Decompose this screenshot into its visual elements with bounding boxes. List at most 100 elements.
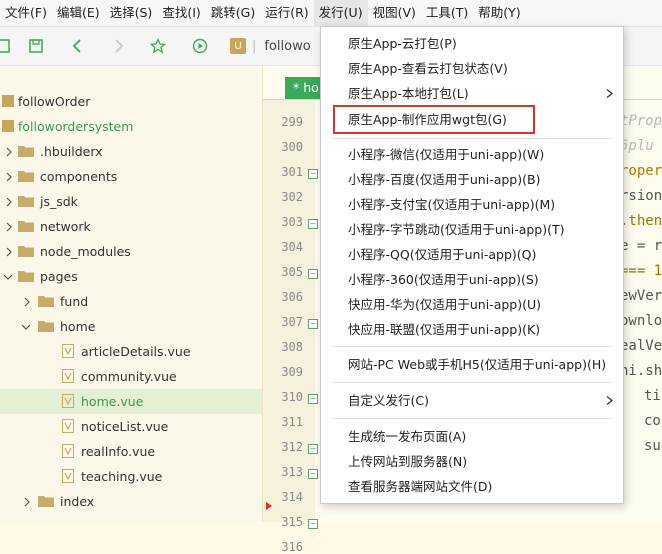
menu-item-mp-360[interactable]: 小程序-360(仅适用于uni-app)(S) bbox=[321, 267, 623, 292]
tree-item-followordersystem[interactable]: followordersystem bbox=[0, 114, 262, 139]
chevron-right-icon[interactable] bbox=[4, 147, 14, 157]
menu-item-generate-release-page[interactable]: 生成统一发布页面(A) bbox=[321, 424, 623, 449]
tree-item-noticelist-vue[interactable]: noticeList.vue bbox=[0, 414, 262, 439]
address-text: followo bbox=[264, 38, 311, 54]
folder-icon bbox=[18, 221, 34, 232]
vue-file-icon bbox=[62, 419, 74, 433]
folder-open-icon bbox=[18, 271, 34, 282]
tree-item-js-sdk[interactable]: js_sdk bbox=[0, 189, 262, 214]
chevron-right-icon[interactable] bbox=[4, 222, 14, 232]
chevron-right-icon[interactable] bbox=[22, 297, 32, 307]
fold-toggle-icon[interactable]: − bbox=[308, 519, 318, 529]
code-fragment: 5plu bbox=[620, 138, 654, 154]
chevron-right-icon[interactable] bbox=[4, 197, 14, 207]
chevron-down-icon[interactable] bbox=[3, 272, 13, 282]
menu-item-upload-to-server[interactable]: 上传网站到服务器(N) bbox=[321, 449, 623, 474]
menu-item-quickapp-huawei[interactable]: 快应用-华为(仅适用于uni-app)(U) bbox=[321, 292, 623, 317]
vue-file-icon bbox=[62, 394, 74, 408]
folder-icon bbox=[18, 196, 34, 207]
menu-item-app-cloud-pack[interactable]: 原生App-云打包(P) bbox=[321, 31, 623, 56]
menu-item-mp-toutiao[interactable]: 小程序-字节跳动(仅适用于uni-app)(T) bbox=[321, 217, 623, 242]
tree-item-teaching-vue[interactable]: teaching.vue bbox=[0, 464, 262, 489]
folder-icon bbox=[18, 146, 34, 157]
tree-item-index[interactable]: index bbox=[0, 489, 262, 514]
tree-item-home[interactable]: home bbox=[0, 314, 262, 339]
menu-separator bbox=[331, 346, 613, 347]
tree-item-articledetails-vue[interactable]: articleDetails.vue bbox=[0, 339, 262, 364]
new-file-icon[interactable] bbox=[0, 27, 18, 65]
menu-select[interactable]: 选择(S) bbox=[105, 0, 158, 26]
line-number: 299 bbox=[281, 115, 303, 129]
save-icon[interactable] bbox=[24, 27, 48, 65]
fold-toggle-icon[interactable]: − bbox=[308, 169, 318, 179]
back-arrow-icon[interactable] bbox=[66, 27, 90, 65]
chevron-down-icon[interactable] bbox=[21, 322, 31, 332]
menu-bar: 文件(F) 编辑(E) 选择(S) 查找(I) 跳转(G) 运行(R) 发行(U… bbox=[0, 0, 662, 27]
menu-item-app-local-pack[interactable]: 原生App-本地打包(L) bbox=[321, 81, 623, 106]
line-number: 307 bbox=[281, 315, 303, 329]
line-number: 302 bbox=[281, 190, 303, 204]
menu-edit[interactable]: 编辑(E) bbox=[52, 0, 105, 26]
menu-item-app-cloud-status[interactable]: 原生App-查看云打包状态(V) bbox=[321, 56, 623, 81]
menu-item-custom-publish[interactable]: 自定义发行(C) bbox=[321, 388, 623, 413]
menu-publish[interactable]: 发行(U) bbox=[313, 0, 368, 26]
line-number: 312 bbox=[281, 440, 303, 454]
menu-help[interactable]: 帮助(Y) bbox=[473, 0, 525, 26]
line-gutter: 299 300 301 302 303 304 305 306 307 308 … bbox=[263, 100, 318, 554]
fold-toggle-icon[interactable]: − bbox=[308, 394, 318, 404]
vue-file-icon bbox=[62, 344, 74, 358]
forward-arrow-icon[interactable] bbox=[106, 27, 130, 65]
fold-toggle-icon[interactable]: − bbox=[308, 219, 318, 229]
fold-toggle-icon[interactable]: − bbox=[308, 269, 318, 279]
menu-item-mp-weixin[interactable]: 小程序-微信(仅适用于uni-app)(W) bbox=[321, 142, 623, 167]
chevron-right-icon[interactable] bbox=[22, 497, 32, 507]
menu-item-mp-alipay[interactable]: 小程序-支付宝(仅适用于uni-app)(M) bbox=[321, 192, 623, 217]
code-fragment: tProp bbox=[620, 113, 662, 129]
line-number: 308 bbox=[281, 340, 303, 354]
tree-item-hbuilderx[interactable]: .hbuilderx bbox=[0, 139, 262, 164]
run-icon[interactable] bbox=[188, 27, 212, 65]
line-number: 301 bbox=[281, 165, 303, 179]
line-number: 310 bbox=[281, 390, 303, 404]
tree-item-network[interactable]: network bbox=[0, 214, 262, 239]
menu-tools[interactable]: 工具(T) bbox=[421, 0, 473, 26]
fold-toggle-icon[interactable]: − bbox=[308, 444, 318, 454]
menu-run[interactable]: 运行(R) bbox=[260, 0, 313, 26]
fold-toggle-icon[interactable]: − bbox=[308, 469, 318, 479]
code-fragment: ealVe bbox=[620, 338, 662, 354]
code-fragment: co bbox=[644, 413, 661, 429]
tree-item-realinfo-vue[interactable]: realInfo.vue bbox=[0, 439, 262, 464]
submenu-arrow-icon bbox=[606, 396, 613, 405]
menu-view[interactable]: 视图(V) bbox=[368, 0, 421, 26]
code-fragment: rsion bbox=[620, 188, 662, 204]
tree-item-followorder[interactable]: followOrder bbox=[0, 89, 262, 114]
tree-item-home-vue[interactable]: home.vue bbox=[0, 389, 262, 414]
project-badge-icon: U bbox=[230, 38, 246, 54]
folder-icon bbox=[18, 246, 34, 257]
chevron-right-icon[interactable] bbox=[4, 172, 14, 182]
code-fragment: === 1 bbox=[620, 263, 662, 279]
menu-item-view-server-files[interactable]: 查看服务器端网站文件(D) bbox=[321, 474, 623, 499]
line-number: 306 bbox=[281, 290, 303, 304]
chevron-right-icon[interactable] bbox=[4, 247, 14, 257]
menu-item-mp-baidu[interactable]: 小程序-百度(仅适用于uni-app)(B) bbox=[321, 167, 623, 192]
tree-item-node-modules[interactable]: node_modules bbox=[0, 239, 262, 264]
line-number: 309 bbox=[281, 365, 303, 379]
code-fragment: ni.sh bbox=[620, 363, 662, 379]
project-icon bbox=[2, 120, 14, 132]
vue-file-icon bbox=[62, 369, 74, 383]
menu-item-quickapp-union[interactable]: 快应用-联盟(仅适用于uni-app)(K) bbox=[321, 317, 623, 342]
code-fragment: ownlo bbox=[620, 313, 662, 329]
star-icon[interactable] bbox=[146, 27, 170, 65]
menu-item-web-h5[interactable]: 网站-PC Web或手机H5(仅适用于uni-app)(H) bbox=[321, 352, 623, 377]
tree-item-community-vue[interactable]: community.vue bbox=[0, 364, 262, 389]
menu-item-app-wgt-pack[interactable]: 原生App-制作应用wgt包(G) bbox=[333, 105, 535, 134]
tree-item-fund[interactable]: fund bbox=[0, 289, 262, 314]
menu-find[interactable]: 查找(I) bbox=[157, 0, 205, 26]
menu-file[interactable]: 文件(F) bbox=[0, 0, 52, 26]
menu-goto[interactable]: 跳转(G) bbox=[206, 0, 260, 26]
menu-item-mp-qq[interactable]: 小程序-QQ(仅适用于uni-app)(Q) bbox=[321, 242, 623, 267]
tree-item-pages[interactable]: pages bbox=[0, 264, 262, 289]
fold-toggle-icon[interactable]: − bbox=[308, 319, 318, 329]
tree-item-components[interactable]: components bbox=[0, 164, 262, 189]
